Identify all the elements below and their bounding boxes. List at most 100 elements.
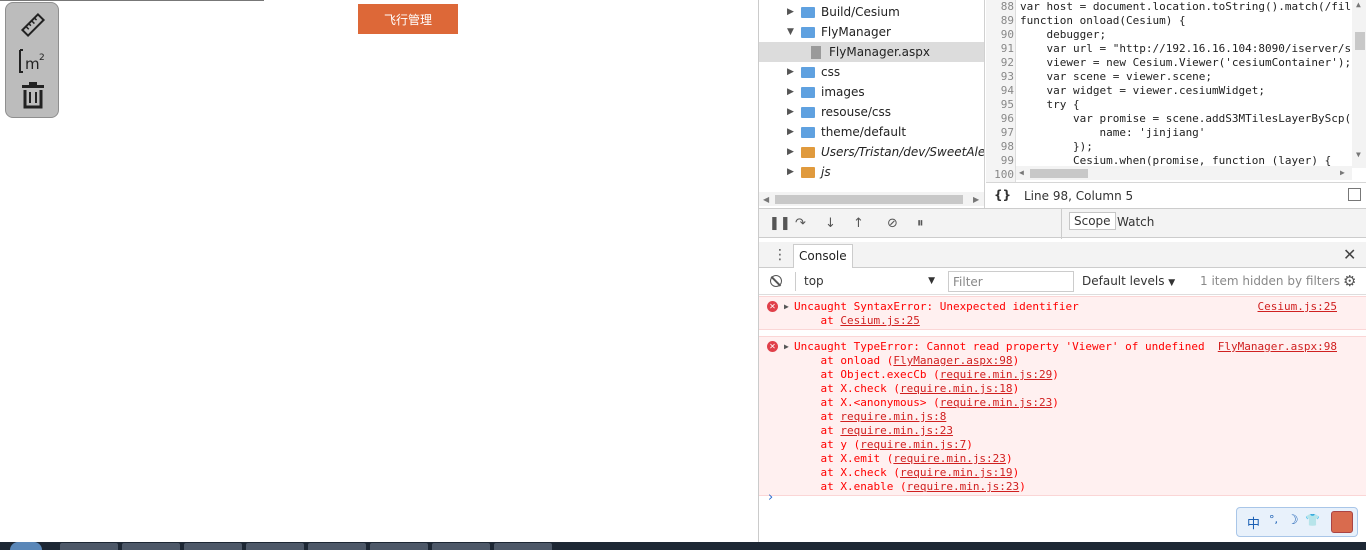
line-number[interactable]: 100: [986, 168, 1014, 182]
context-value: top: [804, 274, 824, 288]
line-number[interactable]: 96: [986, 112, 1014, 126]
start-button[interactable]: [10, 542, 42, 550]
tree-item[interactable]: ▶ js: [787, 162, 831, 182]
close-icon[interactable]: ✕: [1343, 245, 1356, 264]
filter-input[interactable]: [948, 271, 1074, 292]
ime-mode[interactable]: 中: [1247, 513, 1260, 532]
ime-toolbar[interactable]: 中 °, ☽ 👕: [1236, 507, 1358, 537]
code-text: var url = "http://192.16.16.104:8090/ise…: [1020, 42, 1352, 55]
expand-icon[interactable]: ▶: [784, 342, 789, 351]
source-link[interactable]: Cesium.js:25: [1258, 300, 1337, 313]
code-vertical-scrollbar[interactable]: ▲ ▼: [1352, 0, 1366, 168]
code-text: function onload(Cesium) {: [1020, 14, 1186, 27]
trash-icon[interactable]: [14, 79, 52, 111]
tree-item[interactable]: ▶ Build/Cesium: [787, 2, 900, 22]
levels-dropdown[interactable]: Default levels ▼: [1082, 274, 1175, 288]
step-into-icon[interactable]: ↓: [825, 216, 836, 231]
drawer-menu-icon[interactable]: ⋮: [773, 247, 787, 263]
stack-frame-link[interactable]: require.min.js:23: [840, 424, 953, 437]
line-number[interactable]: 90: [986, 28, 1014, 42]
line-number[interactable]: 94: [986, 84, 1014, 98]
taskbar-app-5[interactable]: [308, 543, 366, 550]
stack-frame-link[interactable]: require.min.js:18: [900, 382, 1013, 395]
tab-watch[interactable]: Watch: [1117, 215, 1154, 229]
chevron-right-icon[interactable]: ▶: [787, 67, 801, 77]
line-number[interactable]: 89: [986, 14, 1014, 28]
stack-frame-link[interactable]: require.min.js:7: [860, 438, 966, 451]
tree-item[interactable]: ▼ FlyManager: [787, 22, 891, 42]
tree-item[interactable]: FlyManager.aspx: [759, 42, 984, 62]
tree-item[interactable]: ▶ css: [787, 62, 840, 82]
taskbar: [0, 542, 1366, 550]
step-over-icon[interactable]: ↷: [795, 216, 806, 231]
code-editor[interactable]: 88 var host = document.location.toString(…: [986, 0, 1366, 182]
svg-text:m: m: [25, 55, 40, 73]
console-prompt[interactable]: ›: [768, 490, 773, 505]
line-number[interactable]: 95: [986, 98, 1014, 112]
tree-item-label: theme/default: [821, 125, 907, 139]
clear-console-icon[interactable]: [770, 275, 782, 287]
tab-scope[interactable]: Scope: [1069, 212, 1116, 230]
stack-frame-link[interactable]: require.min.js:23: [907, 480, 1020, 493]
moon-icon[interactable]: ☽: [1287, 513, 1299, 528]
taskbar-app-3[interactable]: [184, 543, 242, 550]
taskbar-app-6[interactable]: [370, 543, 428, 550]
stack-frame-link[interactable]: require.min.js:23: [893, 452, 1006, 465]
chevron-down-icon: ▼: [928, 276, 935, 286]
punctuation-icon[interactable]: °,: [1269, 513, 1278, 526]
pause-exceptions-icon[interactable]: ⏸: [917, 216, 924, 231]
skin-icon[interactable]: 👕: [1305, 513, 1320, 527]
gear-icon[interactable]: ⚙: [1343, 272, 1356, 290]
chevron-down-icon[interactable]: ▼: [787, 27, 801, 37]
line-number[interactable]: 88: [986, 0, 1014, 14]
fly-management-button[interactable]: 飞行管理: [358, 4, 458, 34]
tab-console[interactable]: Console: [793, 244, 853, 268]
stack-frame-link[interactable]: FlyManager.aspx:98: [893, 354, 1012, 367]
line-number[interactable]: 91: [986, 42, 1014, 56]
console-error-message[interactable]: ✕ ▶ Uncaught TypeError: Cannot read proper…: [759, 336, 1366, 496]
pause-icon[interactable]: ❚❚: [769, 216, 791, 231]
ime-settings-icon[interactable]: [1331, 511, 1353, 533]
tree-item[interactable]: ▶ Users/Tristan/dev/SweetAlert/de: [787, 142, 984, 162]
chevron-right-icon[interactable]: ▶: [787, 87, 801, 97]
chevron-right-icon[interactable]: ▶: [787, 147, 801, 157]
line-number[interactable]: 99: [986, 154, 1014, 168]
toggle-panel-icon[interactable]: [1348, 188, 1361, 201]
deactivate-breakpoints-icon[interactable]: ⊘: [887, 216, 898, 231]
pretty-print-button[interactable]: {}: [994, 188, 1011, 202]
taskbar-app-2[interactable]: [122, 543, 180, 550]
stack-frame-link[interactable]: require.min.js:19: [900, 466, 1013, 479]
area-icon[interactable]: m 2: [14, 45, 52, 77]
expand-icon[interactable]: ▶: [784, 302, 789, 311]
tree-item[interactable]: ▶ images: [787, 82, 865, 102]
chevron-right-icon[interactable]: ▶: [787, 107, 801, 117]
line-number[interactable]: 97: [986, 126, 1014, 140]
chevron-right-icon[interactable]: ▶: [787, 7, 801, 17]
taskbar-app-8[interactable]: [494, 543, 552, 550]
tree-item[interactable]: ▶ resouse/css: [787, 102, 891, 122]
stack-frame-link[interactable]: require.min.js:23: [940, 396, 1053, 409]
taskbar-app-4[interactable]: [246, 543, 304, 550]
stack-frame-text: at Object.execCb (: [794, 368, 940, 381]
tree-item[interactable]: ▶ theme/default: [787, 122, 906, 142]
code-horizontal-scrollbar[interactable]: ◀ ▶: [1016, 166, 1352, 180]
context-select[interactable]: top ▼: [795, 272, 939, 291]
code-text: var widget = viewer.cesiumWidget;: [1020, 84, 1266, 97]
chevron-right-icon[interactable]: ▶: [787, 167, 801, 177]
ruler-icon[interactable]: [14, 9, 52, 41]
line-number[interactable]: 93: [986, 70, 1014, 84]
source-link[interactable]: FlyManager.aspx:98: [1218, 340, 1337, 353]
line-number[interactable]: 98: [986, 140, 1014, 154]
stack-frame-link[interactable]: require.min.js:8: [840, 410, 946, 423]
stack-frame-link[interactable]: require.min.js:29: [940, 368, 1053, 381]
taskbar-app-1[interactable]: [60, 543, 118, 550]
tree-horizontal-scrollbar[interactable]: ◀ ▶: [759, 192, 984, 206]
chevron-right-icon[interactable]: ▶: [787, 127, 801, 137]
line-number[interactable]: 92: [986, 56, 1014, 70]
console-error-message[interactable]: ✕ ▶ Uncaught SyntaxError: Unexpected ident…: [759, 296, 1366, 330]
stack-frame-link[interactable]: Cesium.js:25: [840, 314, 919, 327]
code-line: 98 });: [986, 140, 1366, 154]
taskbar-app-7[interactable]: [432, 543, 490, 550]
code-line: 89 function onload(Cesium) {: [986, 14, 1366, 28]
step-out-icon[interactable]: ↑: [853, 216, 864, 231]
